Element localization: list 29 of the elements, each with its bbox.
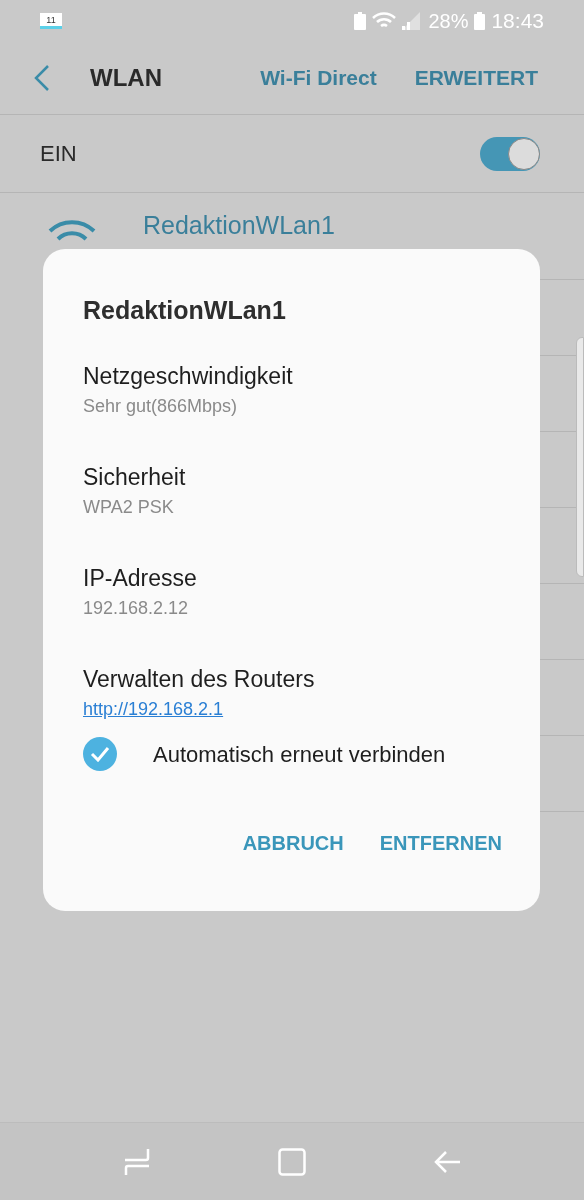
header-action[interactable]: ERWEITERT bbox=[414, 62, 538, 94]
back-icon[interactable] bbox=[34, 65, 50, 91]
dialog-title: RedaktionWLan1 bbox=[83, 295, 287, 326]
battery-icon bbox=[474, 12, 486, 30]
network-name[interactable]: RedaktionWLan1 bbox=[143, 207, 335, 245]
notification-icon: 11 bbox=[40, 13, 62, 29]
signal-icon bbox=[402, 12, 421, 30]
home-icon[interactable] bbox=[278, 1147, 306, 1176]
page-title: WLAN bbox=[90, 63, 162, 93]
dialog-button[interactable]: ENTFERNEN bbox=[379, 822, 502, 864]
checkbox[interactable] bbox=[83, 737, 117, 771]
dialog-button[interactable]: ABBRUCH bbox=[242, 822, 344, 864]
toggle-switch[interactable] bbox=[480, 136, 540, 171]
field-label: IP-Adresse bbox=[83, 564, 197, 593]
check-icon bbox=[90, 746, 110, 762]
field-label: Sicherheit bbox=[83, 463, 186, 492]
field-label: Verwalten des Routers bbox=[83, 665, 315, 694]
edge-panel-handle[interactable] bbox=[576, 337, 584, 577]
battery-saver-icon bbox=[354, 12, 367, 30]
wifi-icon bbox=[372, 12, 397, 30]
field-value: Sehr gut(866Mbps) bbox=[83, 395, 238, 418]
header-action[interactable]: Wi-Fi Direct bbox=[260, 62, 377, 94]
switch-label: EIN bbox=[40, 140, 78, 168]
recent-apps-icon[interactable] bbox=[124, 1147, 150, 1176]
field-value: 192.168.2.12 bbox=[83, 597, 189, 620]
checkbox-label: Automatisch erneut verbinden bbox=[153, 740, 446, 769]
field-label: Netzgeschwindigkeit bbox=[83, 362, 293, 391]
field-value: WPA2 PSK bbox=[83, 496, 174, 519]
router-link[interactable]: http://192.168.2.1 bbox=[83, 695, 224, 723]
